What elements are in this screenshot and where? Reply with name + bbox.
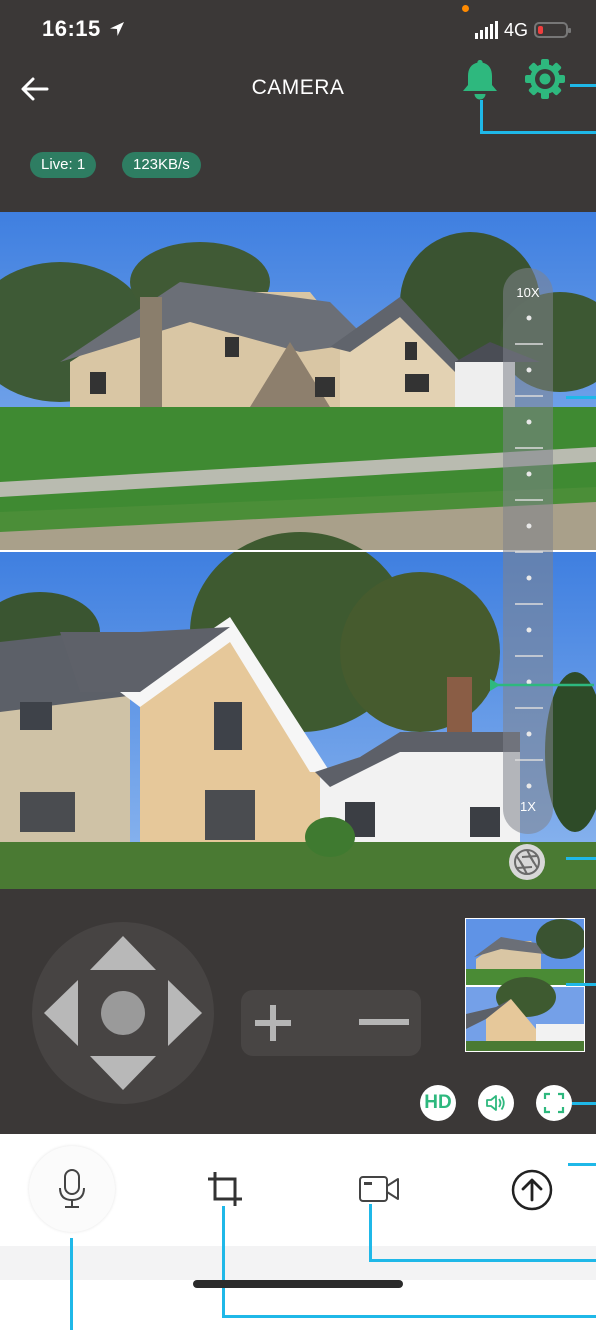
annotation-line: [222, 1315, 596, 1318]
pan-up-arrow: [90, 936, 156, 970]
zoom-max-label: 10X: [516, 285, 540, 300]
hd-button[interactable]: HD: [420, 1085, 456, 1121]
zoom-in-icon[interactable]: [253, 1003, 293, 1043]
annotation-line: [570, 84, 596, 87]
annotation-line: [566, 857, 596, 860]
signal-icon: [474, 21, 498, 39]
home-indicator: [193, 1280, 403, 1288]
annotation-line: [369, 1259, 596, 1262]
crop-icon[interactable]: [206, 1170, 244, 1208]
microphone-icon: [59, 1169, 85, 1208]
annotation-line: [566, 983, 596, 986]
talk-button[interactable]: [29, 1146, 115, 1232]
privacy-indicator: [462, 5, 469, 12]
zoom-slider[interactable]: 10X 1X: [503, 268, 553, 834]
zoom-handle[interactable]: [476, 676, 596, 694]
upload-circle-icon[interactable]: [510, 1168, 554, 1212]
annotation-line: [480, 100, 483, 134]
zoom-min-label: 1X: [520, 799, 536, 814]
bell-icon[interactable]: [460, 58, 500, 102]
zoom-scale: [515, 315, 543, 789]
zoom-buttons: [241, 990, 421, 1056]
network-label: 4G: [503, 19, 528, 40]
toolbar-footer: [0, 1246, 596, 1280]
pan-left-arrow: [44, 980, 78, 1046]
annotation-line: [480, 131, 596, 134]
annotation-line: [222, 1206, 225, 1318]
gear-icon[interactable]: [522, 56, 568, 102]
status-time: 16:15: [42, 16, 101, 41]
volume-button[interactable]: [478, 1085, 514, 1121]
annotation-line: [572, 1102, 596, 1105]
ptz-dpad[interactable]: [32, 922, 214, 1104]
fullscreen-button[interactable]: [536, 1085, 572, 1121]
fullscreen-icon: [543, 1092, 565, 1114]
location-arrow-icon: [110, 22, 124, 36]
pan-right-arrow: [168, 980, 202, 1046]
status-right: 4G: [474, 18, 571, 42]
annotation-line: [70, 1238, 73, 1330]
bitrate-badge: 123KB/s: [122, 152, 201, 178]
page-title: CAMERA: [251, 76, 345, 99]
zoom-out-icon[interactable]: [359, 1017, 409, 1027]
annotation-line: [566, 396, 596, 399]
aperture-icon[interactable]: [508, 843, 546, 881]
battery-icon: [534, 22, 571, 38]
live-viewers-badge: Live: 1: [30, 152, 97, 178]
annotation-line: [568, 1163, 596, 1166]
pan-down-arrow: [90, 1056, 156, 1090]
speaker-icon: [486, 1095, 505, 1111]
annotation-line: [369, 1204, 372, 1262]
video-camera-icon[interactable]: [358, 1174, 400, 1204]
